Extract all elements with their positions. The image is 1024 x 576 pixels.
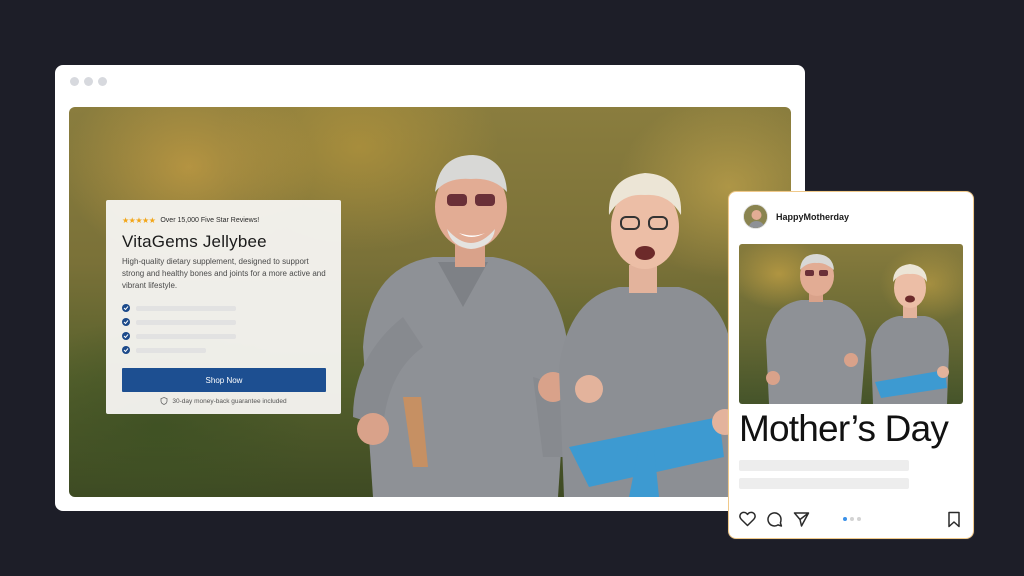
- carousel-dot-active[interactable]: [843, 517, 847, 521]
- post-actions: [738, 510, 810, 528]
- hero-photo-woman: [559, 173, 738, 497]
- product-description: High-quality dietary supplement, designe…: [122, 257, 326, 290]
- shop-now-button[interactable]: Shop Now: [122, 368, 326, 392]
- check-icon: [122, 332, 130, 340]
- bookmark-icon[interactable]: [945, 510, 963, 528]
- rating-row: ★★★★★ Over 15,000 Five Star Reviews!: [122, 214, 325, 226]
- post-headline: Mother’s Day: [739, 408, 949, 449]
- carousel-dot[interactable]: [857, 517, 861, 521]
- window-dot-maximize[interactable]: [98, 77, 107, 86]
- feature-item: [122, 301, 325, 315]
- post-header: HappyMotherday: [743, 204, 849, 229]
- guarantee-row: 30-day money-back guarantee included: [122, 397, 325, 405]
- star-rating-icon: ★★★★★: [122, 215, 156, 225]
- window-controls: [70, 77, 107, 86]
- post-photo-woman: [871, 264, 949, 404]
- check-icon: [122, 346, 130, 354]
- feature-text-placeholder: [136, 333, 236, 339]
- feature-text-placeholder: [136, 305, 236, 311]
- feature-list: [122, 301, 325, 357]
- heart-icon[interactable]: [738, 510, 756, 528]
- caption-placeholder: [739, 460, 909, 471]
- check-icon: [122, 304, 130, 312]
- product-card: ★★★★★ Over 15,000 Five Star Reviews! Vit…: [106, 200, 341, 414]
- post-image[interactable]: [739, 244, 963, 404]
- post-photo-man: [766, 254, 866, 404]
- shield-icon: [161, 397, 168, 405]
- feature-item: [122, 315, 325, 329]
- window-dot-close[interactable]: [70, 77, 79, 86]
- review-count-text: Over 15,000 Five Star Reviews!: [160, 216, 260, 224]
- feature-text-placeholder: [136, 319, 236, 325]
- carousel-indicator: [843, 517, 861, 521]
- check-icon: [122, 318, 130, 326]
- guarantee-text: 30-day money-back guarantee included: [172, 397, 287, 405]
- comment-icon[interactable]: [765, 510, 783, 528]
- feature-text-placeholder: [136, 347, 206, 353]
- share-icon[interactable]: [792, 510, 810, 528]
- feature-item: [122, 329, 325, 343]
- hero-photo-man: [353, 155, 569, 497]
- window-dot-minimize[interactable]: [84, 77, 93, 86]
- feature-item: [122, 343, 325, 357]
- caption-placeholder: [739, 478, 909, 489]
- post-username[interactable]: HappyMotherday: [776, 212, 849, 222]
- carousel-dot[interactable]: [850, 517, 854, 521]
- hero-banner: ★★★★★ Over 15,000 Five Star Reviews! Vit…: [69, 107, 791, 497]
- product-title: VitaGems Jellybee: [122, 232, 267, 251]
- browser-window: ★★★★★ Over 15,000 Five Star Reviews! Vit…: [55, 65, 805, 511]
- social-post-card: HappyMotherday Mother’s Day: [728, 191, 974, 539]
- avatar[interactable]: [743, 204, 768, 229]
